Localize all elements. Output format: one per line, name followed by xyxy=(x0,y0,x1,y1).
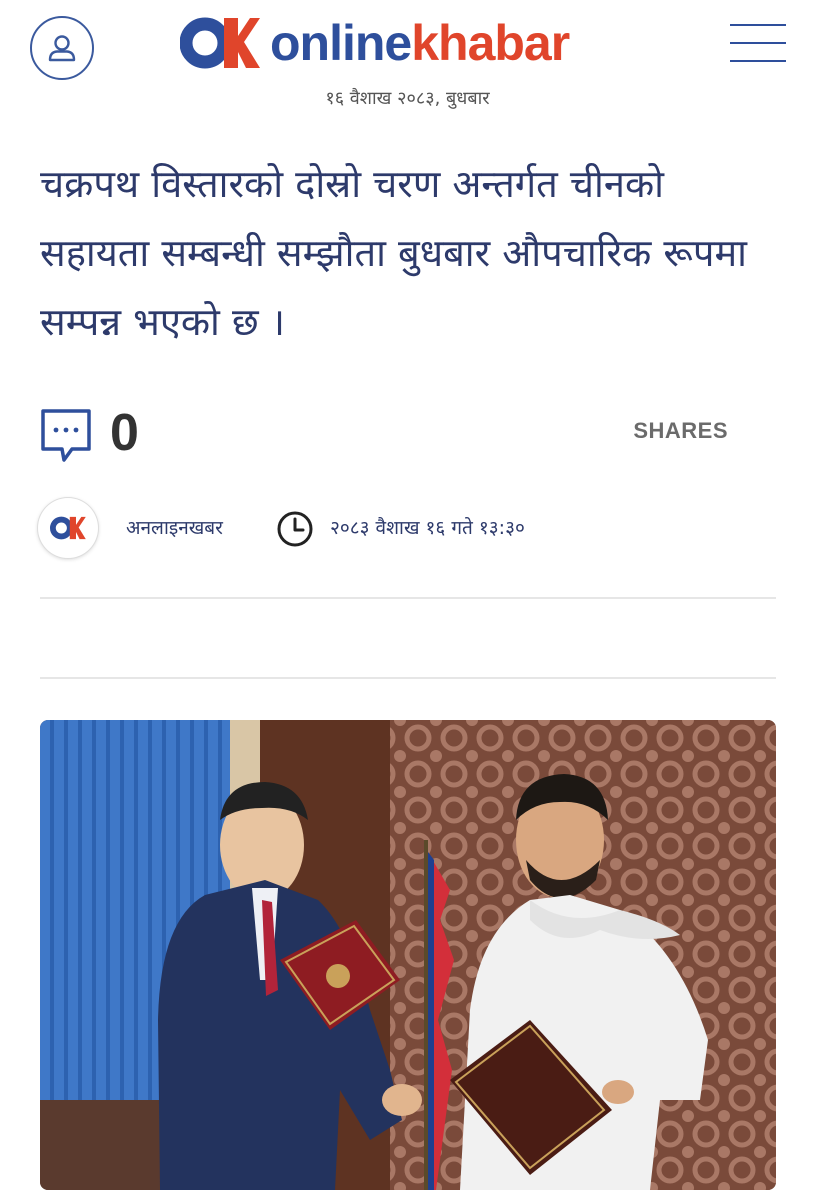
article-photo[interactable] xyxy=(40,720,776,1190)
article-meta: अनलाइनखबर २०८३ वैशाख १६ गते १३:३० xyxy=(38,498,778,560)
article-headline: चक्रपथ विस्तारको दोस्रो चरण अन्तर्गत चीन… xyxy=(40,162,748,344)
ok-logo-icon xyxy=(180,17,260,69)
photo-illustration xyxy=(40,720,776,1190)
ok-logo-icon xyxy=(50,516,86,540)
published-time: २०८३ वैशाख १६ गते १३:३० xyxy=(330,517,525,539)
comment-count[interactable]: 0 xyxy=(110,404,139,462)
logo-text-online: online xyxy=(270,15,412,71)
menu-button[interactable] xyxy=(730,22,786,66)
author-name[interactable]: अनलाइनखबर xyxy=(126,514,223,540)
clock-icon xyxy=(277,511,313,547)
author-avatar[interactable] xyxy=(38,498,98,558)
user-icon xyxy=(48,35,76,62)
hamburger-menu-bar xyxy=(730,60,786,62)
shares-label: SHARES xyxy=(633,418,728,443)
divider xyxy=(40,677,776,679)
divider xyxy=(40,597,776,599)
site-header: online khabar १६ वैशाख २०८३, बुधबार xyxy=(0,0,815,120)
user-account-button[interactable] xyxy=(30,16,94,80)
logo-text-khabar: khabar xyxy=(411,15,570,71)
comment-icon[interactable] xyxy=(40,408,92,466)
site-logo[interactable]: online khabar xyxy=(180,12,570,74)
engagement-bar: 0 SHARES xyxy=(40,404,780,464)
current-date: १६ वैशाख २०८३, बुधबार xyxy=(325,88,490,109)
hamburger-menu-icon xyxy=(730,24,786,26)
hamburger-menu-bar xyxy=(730,42,786,44)
